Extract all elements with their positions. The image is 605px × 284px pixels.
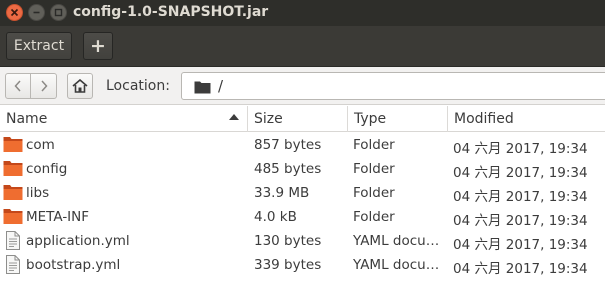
chevron-left-icon [14, 80, 21, 92]
column-header-type[interactable]: Type [348, 106, 448, 132]
extract-button[interactable]: Extract [6, 32, 72, 60]
file-row[interactable]: bootstrap.yml 339 bytes YAML docu… 04 六月… [0, 253, 605, 277]
sort-ascending-icon [229, 114, 239, 120]
file-row[interactable]: libs 33.9 MB Folder 04 六月 2017, 19:34 [0, 181, 605, 205]
location-field[interactable]: / [181, 72, 605, 100]
column-header-size[interactable]: Size [248, 106, 348, 132]
folder-icon [3, 161, 23, 176]
location-bar: Location: / [0, 67, 605, 105]
file-row[interactable]: application.yml 130 bytes YAML docu… 04 … [0, 229, 605, 253]
document-icon [6, 231, 20, 250]
location-label: Location: [106, 78, 170, 94]
file-type: YAML docu… [353, 257, 440, 273]
forward-button[interactable] [31, 74, 56, 98]
toolbar: Extract + [0, 26, 605, 67]
minimize-icon [33, 11, 40, 14]
back-button[interactable] [6, 74, 32, 98]
folder-icon [3, 137, 23, 152]
chevron-right-icon [40, 80, 48, 92]
file-modified: 04 六月 2017, 19:34 [453, 261, 588, 277]
add-files-button[interactable]: + [83, 32, 113, 60]
folder-icon [3, 209, 23, 224]
file-modified: 04 六月 2017, 19:34 [453, 189, 588, 205]
file-type: Folder [353, 137, 395, 153]
column-header: Name Size Type Modified [0, 106, 605, 132]
file-modified: 04 六月 2017, 19:34 [453, 165, 588, 181]
home-icon [72, 79, 88, 93]
close-window-button[interactable] [6, 4, 23, 21]
file-name: bootstrap.yml [26, 257, 121, 273]
minimize-window-button[interactable] [28, 4, 45, 21]
file-type: Folder [353, 161, 395, 177]
close-icon [10, 8, 19, 17]
file-size: 339 bytes [254, 257, 322, 273]
maximize-icon [54, 8, 63, 17]
document-icon [6, 255, 20, 274]
file-modified: 04 六月 2017, 19:34 [453, 213, 588, 229]
file-modified: 04 六月 2017, 19:34 [453, 237, 588, 253]
file-name: libs [26, 185, 50, 201]
navigation-buttons [5, 73, 57, 99]
file-name: application.yml [26, 233, 130, 249]
file-size: 485 bytes [254, 161, 322, 177]
file-row[interactable]: META-INF 4.0 kB Folder 04 六月 2017, 19:34 [0, 205, 605, 229]
file-type: Folder [353, 185, 395, 201]
file-name: META-INF [26, 209, 90, 225]
file-name: config [26, 161, 68, 177]
title-bar: config-1.0-SNAPSHOT.jar [0, 0, 605, 26]
folder-icon [3, 185, 23, 200]
file-row[interactable]: com 857 bytes Folder 04 六月 2017, 19:34 [0, 133, 605, 157]
file-list: com 857 bytes Folder 04 六月 2017, 19:34 c… [0, 133, 605, 277]
file-size: 4.0 kB [254, 209, 297, 225]
file-type: YAML docu… [353, 233, 440, 249]
file-type: Folder [353, 209, 395, 225]
file-name: com [26, 137, 55, 153]
file-modified: 04 六月 2017, 19:34 [453, 141, 588, 157]
column-header-name[interactable]: Name [0, 106, 248, 132]
file-size: 33.9 MB [254, 185, 310, 201]
column-header-modified[interactable]: Modified [448, 106, 605, 132]
file-row[interactable]: config 485 bytes Folder 04 六月 2017, 19:3… [0, 157, 605, 181]
file-size: 130 bytes [254, 233, 322, 249]
maximize-window-button[interactable] [50, 4, 67, 21]
file-size: 857 bytes [254, 137, 322, 153]
home-button[interactable] [67, 73, 93, 99]
window-title: config-1.0-SNAPSHOT.jar [73, 4, 269, 20]
location-path: / [218, 77, 224, 95]
folder-icon [194, 81, 211, 94]
